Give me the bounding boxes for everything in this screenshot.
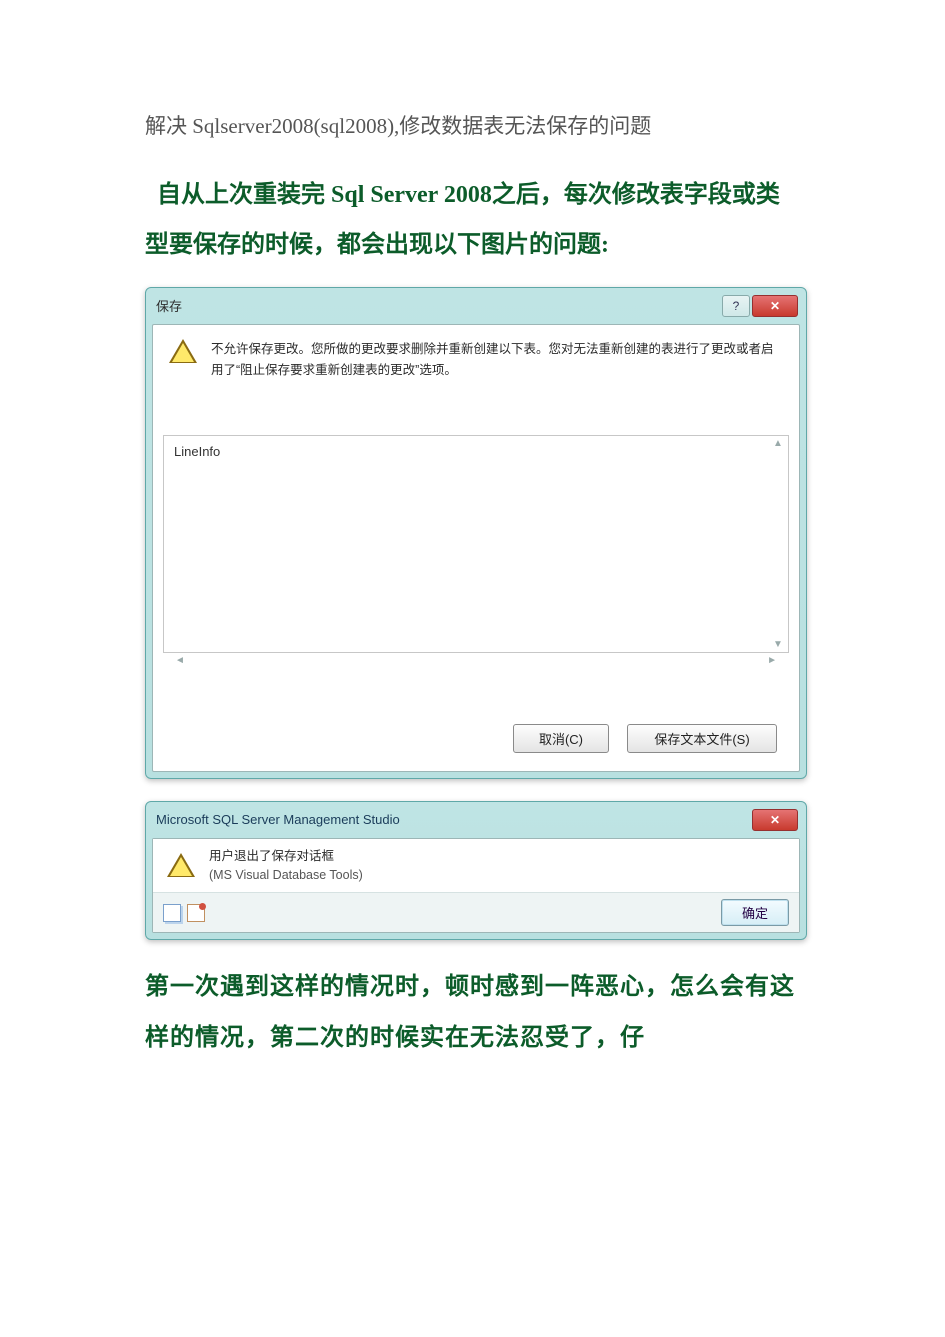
scroll-left-icon[interactable]: ◄ — [175, 655, 185, 666]
help-button[interactable]: ? — [722, 295, 750, 317]
ssms-error-line1: 用户退出了保存对话框 — [209, 847, 363, 866]
warning-bang: ! — [169, 343, 197, 363]
document-intro: 自从上次重装完 Sql Server 2008之后，每次修改表字段或类型要保存的… — [145, 170, 800, 271]
save-text-file-button[interactable]: 保存文本文件(S) — [627, 724, 777, 753]
scroll-right-icon[interactable]: ► — [767, 655, 777, 666]
document-outro: 第一次遇到这样的情况时，顿时感到一阵恶心，怎么会有这样的情况，第二次的时候实在无… — [145, 962, 800, 1063]
save-dialog-message: 不允许保存更改。您所做的更改要求删除并重新创建以下表。您对无法重新创建的表进行了… — [211, 339, 783, 435]
document-title: 解决 Sqlserver2008(sql2008),修改数据表无法保存的问题 — [145, 110, 800, 140]
scroll-down-icon[interactable]: ▼ — [770, 639, 786, 650]
vertical-scrollbar[interactable]: ▲ ▼ — [770, 438, 786, 650]
warning-icon: ! — [167, 853, 195, 879]
ssms-dialog-titlebar[interactable]: Microsoft SQL Server Management Studio ✕ — [152, 808, 800, 838]
warning-bang: ! — [167, 857, 195, 877]
cancel-button[interactable]: 取消(C) — [513, 724, 609, 753]
save-dialog-titlebar[interactable]: 保存 ? ✕ — [152, 294, 800, 324]
close-button[interactable]: ✕ — [752, 809, 798, 831]
horizontal-scrollbar[interactable]: ◄ ► — [169, 653, 783, 668]
close-button[interactable]: ✕ — [752, 295, 798, 317]
ok-button[interactable]: 确定 — [721, 899, 789, 926]
save-dialog-title: 保存 — [156, 296, 182, 315]
copy-icon[interactable] — [163, 904, 181, 922]
warning-icon: ! — [169, 339, 197, 365]
list-item: LineInfo — [174, 444, 220, 459]
ssms-error-line2: (MS Visual Database Tools) — [209, 866, 363, 885]
scroll-up-icon[interactable]: ▲ — [770, 438, 786, 449]
save-dialog: 保存 ? ✕ ! 不允许保存更改。您所做的更改要求删除并重新创建以下表。您对无法… — [145, 287, 807, 779]
details-icon[interactable] — [187, 904, 205, 922]
affected-tables-list[interactable]: LineInfo ▲ ▼ — [163, 435, 789, 653]
ssms-dialog-title: Microsoft SQL Server Management Studio — [156, 812, 400, 827]
ssms-error-dialog: Microsoft SQL Server Management Studio ✕… — [145, 801, 807, 941]
